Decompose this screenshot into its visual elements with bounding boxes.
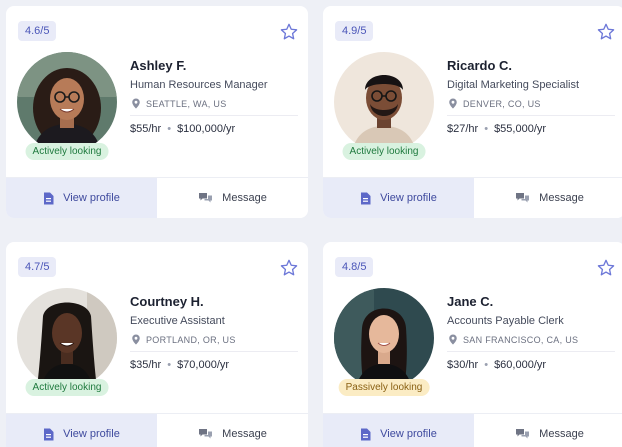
candidate-name: Jane C. <box>447 294 494 309</box>
view-profile-button[interactable]: View profile <box>6 178 157 218</box>
avatar[interactable] <box>17 288 117 388</box>
hourly-rate: $30/hr <box>447 359 479 371</box>
compensation: $55/hr • $100,000/yr <box>130 123 235 135</box>
document-icon <box>44 428 54 440</box>
card-actions: View profile Message <box>323 413 622 447</box>
location: SEATTLE, WA, US <box>130 97 227 110</box>
message-label: Message <box>222 192 267 204</box>
document-icon <box>361 192 371 204</box>
rating-badge: 4.6/5 <box>18 21 57 41</box>
job-title: Executive Assistant <box>130 315 225 327</box>
annual-salary: $60,000/yr <box>494 359 547 371</box>
compensation: $35/hr • $70,000/yr <box>130 359 229 371</box>
message-button[interactable]: Message <box>474 414 622 447</box>
chat-bubbles-icon <box>199 193 213 203</box>
card-actions: View profile Message <box>6 413 308 447</box>
message-button[interactable]: Message <box>474 178 622 218</box>
divider <box>447 351 615 352</box>
message-label: Message <box>539 192 584 204</box>
avatar-container: Actively looking <box>334 52 434 160</box>
pay-separator: • <box>167 359 172 371</box>
chat-bubbles-icon <box>516 429 530 439</box>
divider <box>130 351 298 352</box>
candidate-name: Ricardo C. <box>447 58 513 73</box>
location-text: PORTLAND, OR, US <box>146 334 236 345</box>
location-pin-icon <box>449 98 457 109</box>
hourly-rate: $27/hr <box>447 123 479 135</box>
avatar-container: Actively looking <box>17 52 117 160</box>
view-profile-label: View profile <box>63 428 120 440</box>
avatar[interactable] <box>334 288 434 388</box>
status-badge: Passively looking <box>338 379 430 396</box>
location-pin-icon <box>132 334 140 345</box>
candidate-name: Courtney H. <box>130 294 204 309</box>
card-actions: View profile Message <box>323 177 622 218</box>
view-profile-button[interactable]: View profile <box>6 414 157 447</box>
document-icon <box>361 428 371 440</box>
chat-bubbles-icon <box>199 429 213 439</box>
message-button[interactable]: Message <box>157 178 308 218</box>
status-badge: Actively looking <box>25 379 109 396</box>
divider <box>447 115 615 116</box>
location-pin-icon <box>132 98 140 109</box>
location-text: SEATTLE, WA, US <box>146 98 227 109</box>
avatar-container: Actively looking <box>17 288 117 396</box>
location: SAN FRANCISCO, CA, US <box>447 333 578 346</box>
candidate-card: 4.7/5 Actively looking Courtney H. Execu… <box>6 242 308 447</box>
view-profile-label: View profile <box>63 192 120 204</box>
candidate-card: 4.9/5 Actively looking Ricardo C. Digita… <box>323 6 622 218</box>
pay-separator: • <box>484 359 489 371</box>
location: DENVER, CO, US <box>447 97 541 110</box>
view-profile-button[interactable]: View profile <box>323 178 474 218</box>
pay-separator: • <box>484 123 489 135</box>
star-icon[interactable] <box>596 22 616 42</box>
chat-bubbles-icon <box>516 193 530 203</box>
rating-badge: 4.9/5 <box>335 21 374 41</box>
job-title: Human Resources Manager <box>130 79 268 91</box>
message-label: Message <box>539 428 584 440</box>
view-profile-label: View profile <box>380 428 437 440</box>
status-badge: Actively looking <box>25 143 109 160</box>
divider <box>130 115 298 116</box>
annual-salary: $100,000/yr <box>177 123 236 135</box>
rating-badge: 4.7/5 <box>18 257 57 277</box>
compensation: $27/hr • $55,000/yr <box>447 123 546 135</box>
star-icon[interactable] <box>596 258 616 278</box>
message-button[interactable]: Message <box>157 414 308 447</box>
candidate-card: 4.6/5 Actively looking Ashley F. Human R… <box>6 6 308 218</box>
job-title: Accounts Payable Clerk <box>447 315 564 327</box>
location-pin-icon <box>449 334 457 345</box>
hourly-rate: $55/hr <box>130 123 162 135</box>
message-label: Message <box>222 428 267 440</box>
location-text: DENVER, CO, US <box>463 98 541 109</box>
avatar[interactable] <box>334 52 434 152</box>
star-icon[interactable] <box>279 22 299 42</box>
annual-salary: $70,000/yr <box>177 359 230 371</box>
pay-separator: • <box>167 123 172 135</box>
status-badge: Actively looking <box>342 143 426 160</box>
view-profile-label: View profile <box>380 192 437 204</box>
star-icon[interactable] <box>279 258 299 278</box>
rating-badge: 4.8/5 <box>335 257 374 277</box>
compensation: $30/hr • $60,000/yr <box>447 359 546 371</box>
candidate-name: Ashley F. <box>130 58 187 73</box>
location-text: SAN FRANCISCO, CA, US <box>463 334 579 345</box>
candidate-card: 4.8/5 Passively looking Jane C. Accounts… <box>323 242 622 447</box>
avatar-container: Passively looking <box>334 288 434 396</box>
job-title: Digital Marketing Specialist <box>447 79 580 91</box>
avatar[interactable] <box>17 52 117 152</box>
document-icon <box>44 192 54 204</box>
annual-salary: $55,000/yr <box>494 123 547 135</box>
location: PORTLAND, OR, US <box>130 333 236 346</box>
card-actions: View profile Message <box>6 177 308 218</box>
view-profile-button[interactable]: View profile <box>323 414 474 447</box>
hourly-rate: $35/hr <box>130 359 162 371</box>
